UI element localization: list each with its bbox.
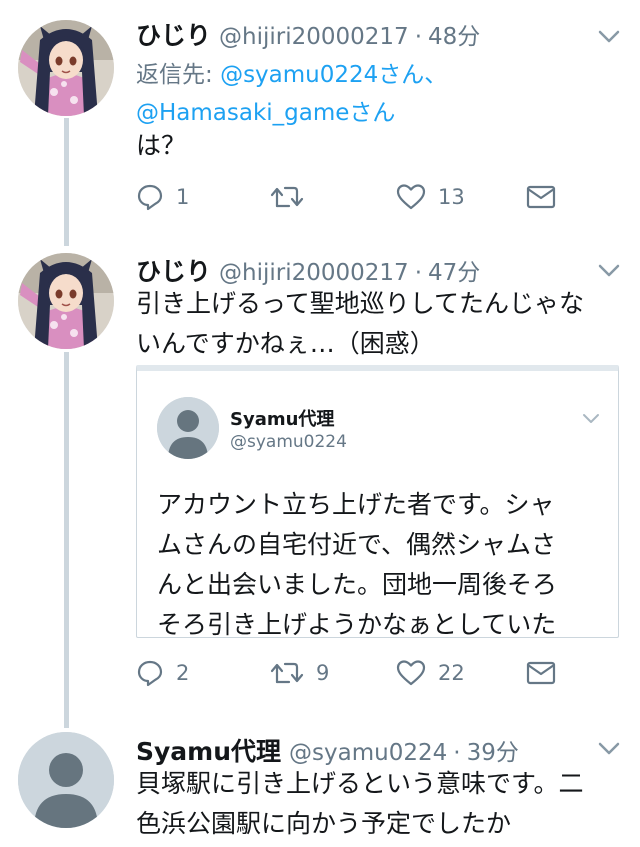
like-icon: [396, 184, 426, 210]
chevron-down-icon[interactable]: [598, 30, 620, 44]
tweet-text: は？: [136, 131, 187, 160]
user-handle[interactable]: @syamu0224: [289, 740, 447, 766]
dm-icon: [526, 661, 556, 685]
tweet-header: ひじり @hijiri20000217 · 47分: [136, 252, 480, 288]
retweet-button[interactable]: 9: [270, 660, 396, 686]
reply-button[interactable]: 2: [136, 659, 270, 687]
user-handle[interactable]: @hijiri20000217: [219, 260, 409, 286]
tweet-header: Syamu代理 @syamu0224 · 39分: [136, 732, 519, 768]
tweet-text-line: 色浜公園駅に向かう予定でしたか: [136, 809, 512, 838]
timestamp[interactable]: 47分: [428, 253, 480, 287]
like-button[interactable]: 13: [396, 183, 526, 211]
reply-count: 2: [176, 661, 190, 685]
chevron-down-icon[interactable]: [598, 264, 620, 278]
tweet-text-line: いんですかねぇ…（困惑）: [136, 329, 435, 358]
tweet-header: ひじり @hijiri20000217 · 48分: [136, 16, 480, 52]
retweet-icon: [270, 186, 304, 208]
quoted-text-line: んと出会いました。団地一周後そろ: [157, 570, 558, 599]
retweet-count: 9: [316, 661, 330, 685]
reply-icon: [137, 184, 163, 211]
retweet-icon: [270, 662, 304, 684]
tweet-actions: 1 13: [136, 180, 556, 214]
dm-icon: [526, 185, 556, 209]
dm-button[interactable]: [526, 661, 556, 685]
chevron-down-icon[interactable]: [598, 742, 620, 756]
like-count: 22: [438, 661, 465, 685]
reply-prefix: 返信先:: [136, 62, 221, 88]
timestamp[interactable]: 48分: [428, 17, 480, 51]
quoted-text-line: そろ引き上げようかなぁとしていた: [157, 610, 557, 638]
avatar[interactable]: [18, 253, 114, 349]
display-name[interactable]: ひじり: [136, 252, 211, 288]
avatar: [157, 397, 219, 459]
tweet[interactable]: ひじり @hijiri20000217 · 48分 返信先: @syamu022…: [0, 0, 640, 240]
dm-button[interactable]: [526, 185, 556, 209]
tweet-text-line: 貝塚駅に引き上げるという意味です。二: [136, 769, 584, 798]
chevron-down-icon[interactable]: [582, 413, 600, 425]
quoted-text-line: アカウント立ち上げた者です。シャ: [157, 490, 555, 519]
separator: ·: [414, 260, 422, 286]
display-name[interactable]: ひじり: [136, 16, 211, 52]
user-handle[interactable]: @hijiri20000217: [219, 24, 409, 50]
tweet-text-line: 引き上げるって聖地巡りしてたんじゃな: [136, 289, 585, 318]
reply-button[interactable]: 1: [136, 183, 270, 211]
avatar[interactable]: [18, 20, 114, 116]
like-count: 13: [438, 185, 465, 209]
reply-context: 返信先: @syamu0224さん、 @Hamasaki_gameさん: [136, 56, 606, 132]
tweet-text: 引き上げるって聖地巡りしてたんじゃな いんですかねぇ…（困惑）: [136, 284, 616, 364]
reply-icon: [137, 660, 163, 687]
quoted-text-line: ムさんの自宅付近で、偶然シャムさ: [157, 530, 557, 559]
separator: ·: [414, 24, 422, 50]
avatar[interactable]: [18, 732, 114, 828]
retweet-button[interactable]: [270, 184, 396, 210]
separator: ·: [453, 740, 461, 766]
timestamp[interactable]: 39分: [467, 733, 519, 767]
quoted-user-handle: @syamu0224: [230, 432, 347, 452]
reply-count: 1: [176, 185, 190, 209]
quoted-display-name: Syamu代理: [230, 409, 335, 430]
tweet-actions: 2 9 22: [136, 656, 556, 690]
display-name[interactable]: Syamu代理: [136, 732, 281, 768]
tweet-text: 貝塚駅に引き上げるという意味です。二 色浜公園駅に向かう予定でしたか: [136, 764, 626, 844]
quoted-tweet[interactable]: Syamu代理 @syamu0224 アカウント立ち上げた者です。シャ ムさんの…: [136, 365, 619, 638]
quoted-tweet-text: アカウント立ち上げた者です。シャ ムさんの自宅付近で、偶然シャムさ んと出会いま…: [157, 485, 607, 638]
like-icon: [396, 660, 426, 686]
reply-user-link[interactable]: @syamu0224さん、: [220, 62, 447, 88]
like-button[interactable]: 22: [396, 659, 526, 687]
reply-user-link[interactable]: @Hamasaki_gameさん: [136, 100, 395, 126]
